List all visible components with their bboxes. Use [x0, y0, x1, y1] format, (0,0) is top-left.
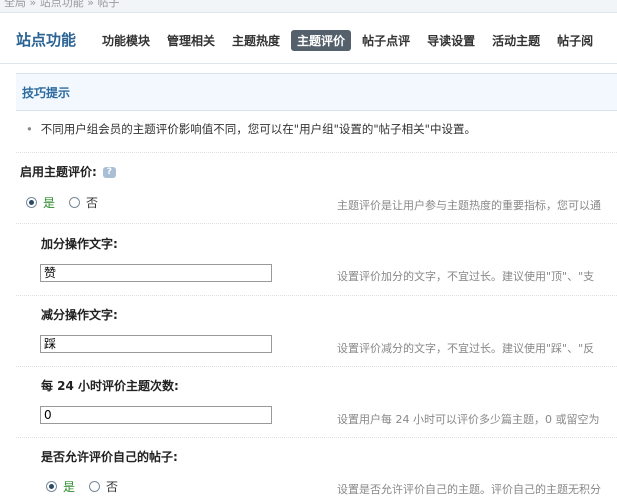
divider [16, 223, 617, 224]
page-title: 站点功能 [16, 31, 77, 49]
tab-activity-threads[interactable]: 活动主题 [486, 30, 546, 51]
enable-yes-label: 是 [43, 196, 56, 210]
bullet-icon: • [26, 122, 33, 136]
tips-title: 技巧提示 [22, 86, 71, 100]
tab-post-comments[interactable]: 帖子点评 [356, 30, 416, 51]
sub-text-desc: 设置评价减分的文字，不宜过长。建议使用"踩"、"反 [337, 342, 595, 355]
question-icon[interactable]: ? [102, 167, 116, 178]
self-rate-radios: 是否 [46, 478, 132, 495]
enable-no-radio[interactable] [69, 197, 81, 208]
self-rate-yes-radio[interactable] [46, 481, 57, 492]
tip-text: 不同用户组会员的主题评价影响值不同，您可以在"用户组"设置的"帖子相关"中设置。 [40, 122, 476, 136]
daily-count-label: 每 24 小时评价主题次数: [41, 379, 179, 393]
enable-rating-radios: 是否 [26, 194, 112, 211]
enable-yes-radio[interactable] [26, 197, 37, 208]
tab-post-read[interactable]: 帖子阅 [551, 30, 599, 51]
divider [16, 152, 617, 153]
top-strip: 全局 » 站点功能 » 帖子 [0, 0, 617, 13]
self-rate-desc: 设置是否允许评价自己的主题。评价自己的主题无积分 [337, 483, 601, 496]
divider [16, 437, 617, 438]
divider [16, 366, 617, 367]
self-rate-no-radio[interactable] [89, 481, 101, 492]
tab-thread-heat[interactable]: 主题热度 [226, 30, 286, 51]
nav-tabs: 功能模块 管理相关 主题热度 主题评价 帖子点评 导读设置 活动主题 帖子阅 [96, 30, 604, 51]
tab-function-modules[interactable]: 功能模块 [96, 30, 156, 51]
daily-count-input[interactable]: 0 [40, 406, 272, 424]
self-rate-label: 是否允许评价自己的帖子: [41, 450, 178, 464]
sub-text-input[interactable]: 踩 [40, 335, 272, 353]
tab-thread-rating[interactable]: 主题评价 [291, 30, 352, 51]
enable-rating-label: 启用主题评价:? [20, 163, 116, 180]
daily-count-desc: 设置用户每 24 小时可以评价多少篇主题，0 或留空为 [337, 413, 600, 426]
add-text-desc: 设置评价加分的文字，不宜过长。建议使用"顶"、"支 [337, 270, 595, 283]
sub-text-label: 减分操作文字: [41, 308, 118, 322]
self-rate-no-label: 否 [106, 480, 119, 494]
add-text-label: 加分操作文字: [41, 237, 118, 251]
page-header: 站点功能 功能模块 管理相关 主题热度 主题评价 帖子点评 导读设置 活动主题 帖子阅 [0, 13, 617, 64]
tab-guide-settings[interactable]: 导读设置 [421, 30, 481, 51]
tip-item: • 不同用户组会员的主题评价影响值不同，您可以在"用户组"设置的"帖子相关"中设置… [26, 121, 476, 137]
breadcrumb: 全局 » 站点功能 » 帖子 [4, 0, 120, 9]
tips-header: 技巧提示 [16, 73, 617, 111]
enable-rating-desc: 主题评价是让用户参与主题热度的重要指标，您可以通 [337, 199, 601, 212]
enable-no-label: 否 [86, 196, 99, 210]
tab-management[interactable]: 管理相关 [161, 30, 221, 51]
divider [16, 295, 617, 296]
self-rate-yes-label: 是 [63, 480, 76, 494]
add-text-input[interactable]: 赞 [40, 264, 272, 282]
